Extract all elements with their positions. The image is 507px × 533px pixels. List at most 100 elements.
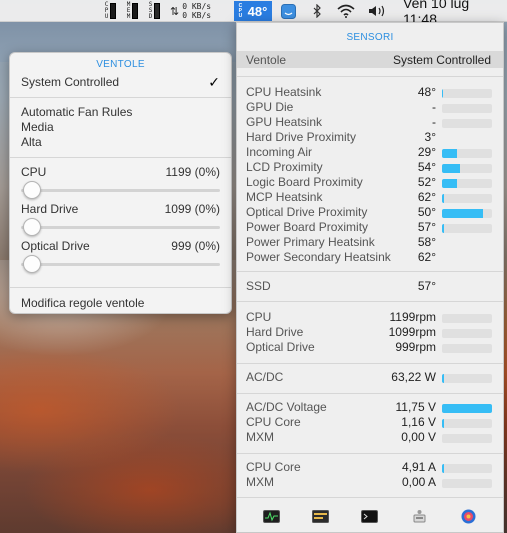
temp-sensor-value: 52° [417, 175, 436, 189]
fan-mode-system-controlled[interactable]: System Controlled ✓ [21, 74, 220, 90]
fan-cpu-slider-knob[interactable] [23, 181, 41, 199]
current-bar [442, 479, 492, 488]
wifi-icon[interactable] [337, 0, 355, 22]
fan-speed-row[interactable]: CPU 1199rpm [237, 310, 503, 325]
current-row[interactable]: CPU Core 4,91 A [237, 460, 503, 475]
fan-optical-drive-label: Optical Drive [21, 239, 90, 253]
current-bar [442, 464, 492, 473]
fan-optical-drive-slider[interactable] [21, 263, 220, 266]
fans-mode-header[interactable]: Ventole System Controlled [237, 51, 503, 68]
divider [10, 157, 231, 158]
temp-sensor-row[interactable]: Incoming Air 29° [237, 145, 503, 160]
temp-sensor-bar [442, 179, 492, 188]
fan-cpu-slider[interactable] [21, 189, 220, 192]
temp-sensor-row[interactable]: Power Board Proximity 57° [237, 220, 503, 235]
net-upload-rate: 0 KB/s [182, 2, 212, 11]
divider [10, 97, 231, 98]
fan-speed-value: 1099rpm [388, 325, 436, 339]
temp-sensor-value: 57° [417, 220, 436, 234]
voltage-value: 11,75 V [395, 400, 436, 414]
temp-sensor-row[interactable]: Power Secondary Heatsink 62° [237, 250, 503, 265]
temp-sensor-name: Optical Drive Proximity [246, 205, 368, 219]
istat-icon[interactable] [460, 509, 477, 524]
fan-hard-drive-slider-knob[interactable] [23, 218, 41, 236]
temp-sensor-row[interactable]: GPU Die - [237, 100, 503, 115]
temperature-menu-item[interactable]: CPU 48° [234, 1, 272, 21]
voltage-value: 0,00 V [401, 430, 436, 444]
fan-mode-automatic-rules[interactable]: Automatic Fan Rules [21, 105, 220, 119]
divider [237, 271, 503, 272]
fan-hard-drive-slider[interactable] [21, 226, 220, 229]
fan-speed-row[interactable]: Hard Drive 1099rpm [237, 325, 503, 340]
temp-sensor-bar [442, 164, 492, 173]
voltage-name: CPU Core [246, 415, 301, 429]
temp-sensor-row[interactable]: LCD Proximity 54° [237, 160, 503, 175]
voltage-bar [442, 404, 492, 413]
temp-sensor-name: Power Primary Heatsink [246, 235, 375, 249]
voltage-value: 1,16 V [401, 415, 436, 429]
fan-speed-bar [442, 314, 492, 323]
fan-speed-name: Optical Drive [246, 340, 315, 354]
ssd-row[interactable]: SSD 57° [237, 279, 503, 294]
temp-sensor-value: 29° [417, 145, 436, 159]
voltage-row[interactable]: AC/DC Voltage 11,75 V [237, 400, 503, 415]
temp-sensor-value: - [432, 100, 436, 114]
memory-meter[interactable]: MEM [126, 0, 138, 22]
network-meter[interactable]: ⇅ 0 KB/s 0 KB/s [170, 0, 211, 22]
temp-sensor-bar [442, 224, 492, 233]
sensors-panel-title: SENSORI [346, 32, 394, 43]
console-icon[interactable] [312, 509, 330, 524]
temp-sensor-value: 62° [417, 190, 436, 204]
activity-monitor-icon[interactable] [263, 509, 281, 524]
temp-sensor-bar [442, 89, 492, 98]
terminal-icon[interactable] [361, 509, 379, 524]
temp-sensor-row[interactable]: CPU Heatsink 48° [237, 85, 503, 100]
ssd-meter[interactable]: SSD [148, 0, 160, 22]
temp-sensor-value: 54° [417, 160, 436, 174]
temp-sensor-value: 62° [417, 250, 436, 264]
temp-sensor-name: Logic Board Proximity [246, 175, 363, 189]
temp-sensor-name: Incoming Air [246, 145, 313, 159]
system-report-icon[interactable] [411, 509, 428, 524]
temp-sensor-value: 3° [424, 130, 436, 144]
fan-cpu-value: 1199 (0%) [165, 165, 220, 179]
volume-icon[interactable] [368, 0, 388, 22]
net-download-rate: 0 KB/s [182, 11, 212, 20]
temp-sensor-name: GPU Die [246, 100, 294, 114]
voltage-bar [442, 434, 492, 443]
temp-sensor-name: MCP Heatsink [246, 190, 323, 204]
current-value: 0,00 A [401, 475, 436, 489]
fan-speed-bar [442, 344, 492, 353]
fan-mode-alta[interactable]: Alta [21, 135, 220, 149]
fan-mode-media[interactable]: Media [21, 120, 220, 134]
temp-sensor-row[interactable]: MCP Heatsink 62° [237, 190, 503, 205]
temp-sensor-row[interactable]: Hard Drive Proximity 3° [237, 130, 503, 145]
temp-sensor-bar [442, 194, 492, 203]
temp-sensor-name: Power Board Proximity [246, 220, 369, 234]
edit-fan-rules-link[interactable]: Modifica regole ventole [21, 296, 220, 310]
bluetooth-icon[interactable] [312, 0, 322, 22]
fan-optical-drive-value: 999 (0%) [171, 239, 220, 253]
temp-sensor-name: CPU Heatsink [246, 85, 322, 99]
voltage-row[interactable]: CPU Core 1,16 V [237, 415, 503, 430]
fan-optical-drive-slider-knob[interactable] [23, 255, 41, 273]
temp-sensor-name: GPU Heatsink [246, 115, 323, 129]
temp-sensor-row[interactable]: Optical Drive Proximity 50° [237, 205, 503, 220]
fan-speed-name: Hard Drive [246, 325, 304, 339]
current-row[interactable]: MXM 0,00 A [237, 475, 503, 490]
temp-sensor-value: 50° [417, 205, 436, 219]
current-value: 4,91 A [401, 460, 436, 474]
clock[interactable]: Ven 10 lug 11:48 [403, 0, 507, 27]
power-row[interactable]: AC/DC 63,22 W [237, 370, 503, 385]
divider [10, 287, 231, 288]
divider [237, 497, 503, 498]
temp-sensor-row[interactable]: Logic Board Proximity 52° [237, 175, 503, 190]
finder-icon[interactable] [281, 0, 296, 22]
divider [237, 453, 503, 454]
fan-speed-row[interactable]: Optical Drive 999rpm [237, 340, 503, 355]
temp-sensor-row[interactable]: GPU Heatsink - [237, 115, 503, 130]
temp-sensor-bar [442, 119, 492, 128]
cpu-meter[interactable]: CPU [104, 0, 116, 22]
voltage-row[interactable]: MXM 0,00 V [237, 430, 503, 445]
temp-sensor-row[interactable]: Power Primary Heatsink 58° [237, 235, 503, 250]
